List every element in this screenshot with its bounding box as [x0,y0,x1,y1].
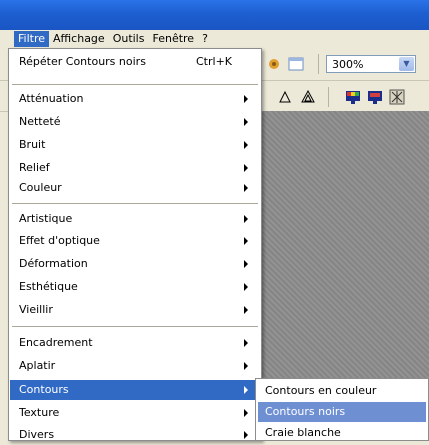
menu-item-effet-optique[interactable]: Effet d'optique [10,231,260,251]
submenu-item-craie-blanche[interactable]: Craie blanche [258,423,426,443]
submenu-arrow-icon [244,118,248,126]
menu-fenetre[interactable]: Fenêtre [148,31,198,47]
submenu-arrow-icon [244,306,248,314]
menu-item-couleur[interactable]: Couleur [10,178,260,198]
submenu-item-contours-couleur[interactable]: Contours en couleur [258,381,426,401]
submenu-arrow-icon [244,215,248,223]
submenu-arrow-icon [244,184,248,192]
chevron-down-icon[interactable]: ▼ [399,57,414,71]
submenu-arrow-icon [244,362,248,370]
filter-menu: Répéter Contours noirs Ctrl+K Atténuatio… [8,48,262,441]
triangle-double-icon[interactable] [300,89,316,105]
submenu-arrow-icon [244,237,248,245]
submenu-arrow-icon [244,431,248,439]
menu-item-shortcut: Ctrl+K [196,55,233,68]
submenu-arrow-icon [244,283,248,291]
submenu-arrow-icon [244,260,248,268]
menu-separator [12,326,258,327]
menu-help[interactable]: ? [198,31,212,47]
submenu-item-label: Craie blanche [265,426,341,439]
menu-bar: Filtre Affichage Outils Fenêtre ? [0,30,429,48]
pattern-icon[interactable] [389,89,405,105]
submenu-item-contours-noirs[interactable]: Contours noirs [258,402,426,422]
color-palette-icon[interactable] [345,89,361,105]
menu-item-label: Vieillir [19,303,53,316]
menu-item-vieillir[interactable]: Vieillir [10,300,260,320]
menu-item-contours[interactable]: Contours [10,380,260,400]
triangle-outline-icon[interactable] [277,89,293,105]
menu-item-label: Atténuation [19,92,84,105]
submenu-arrow-icon [244,141,248,149]
submenu-arrow-icon [244,339,248,347]
menu-item-label: Relief [19,161,50,174]
menu-item-label: Artistique [19,212,73,225]
menu-item-deformation[interactable]: Déformation [10,254,260,274]
menu-item-attenuation[interactable]: Atténuation [10,89,260,109]
submenu-arrow-icon [244,386,248,394]
menu-item-divers[interactable]: Divers [10,425,260,445]
window-title-bar [0,0,429,30]
menu-item-label: Contours [19,383,69,396]
menu-item-label: Texture [19,406,60,419]
brush-tool-icon[interactable] [266,56,282,72]
zoom-select[interactable]: 300% ▼ [326,55,416,73]
menu-separator [12,203,258,204]
toolbar-separator [328,87,329,107]
menu-item-bruit[interactable]: Bruit [10,135,260,155]
menu-item-encadrement[interactable]: Encadrement [10,333,260,353]
menu-item-label: Bruit [19,138,46,151]
contours-submenu: Contours en couleur Contours noirs Craie… [255,378,429,441]
menu-item-repeat[interactable]: Répéter Contours noirs Ctrl+K [10,52,260,72]
menu-item-esthetique[interactable]: Esthétique [10,277,260,297]
submenu-item-label: Contours noirs [265,405,346,418]
zoom-value: 300% [332,58,364,71]
menu-item-relief[interactable]: Relief [10,158,260,178]
menu-item-artistique[interactable]: Artistique [10,209,260,229]
menu-item-aplatir[interactable]: Aplatir [10,356,260,376]
menu-item-label: Couleur [19,181,62,194]
menu-item-label: Aplatir [19,359,56,372]
menu-separator [12,84,258,85]
monitor-icon[interactable] [367,89,383,105]
menu-item-nettete[interactable]: Netteté [10,112,260,132]
menu-item-label: Esthétique [19,280,78,293]
toolbar-separator [318,54,319,74]
window-icon[interactable] [288,56,304,72]
submenu-arrow-icon [244,164,248,172]
menu-item-label: Déformation [19,257,88,270]
menu-item-label: Encadrement [19,336,93,349]
menu-item-label: Effet d'optique [19,234,100,247]
menu-item-label: Netteté [19,115,61,128]
menu-item-texture[interactable]: Texture [10,403,260,423]
submenu-item-label: Contours en couleur [265,384,377,397]
menu-item-label: Répéter Contours noirs [19,55,146,68]
submenu-arrow-icon [244,95,248,103]
menu-affichage[interactable]: Affichage [49,31,109,47]
menu-outils[interactable]: Outils [109,31,149,47]
submenu-arrow-icon [244,409,248,417]
menu-filtre[interactable]: Filtre [14,31,50,47]
menu-item-label: Divers [19,428,55,441]
